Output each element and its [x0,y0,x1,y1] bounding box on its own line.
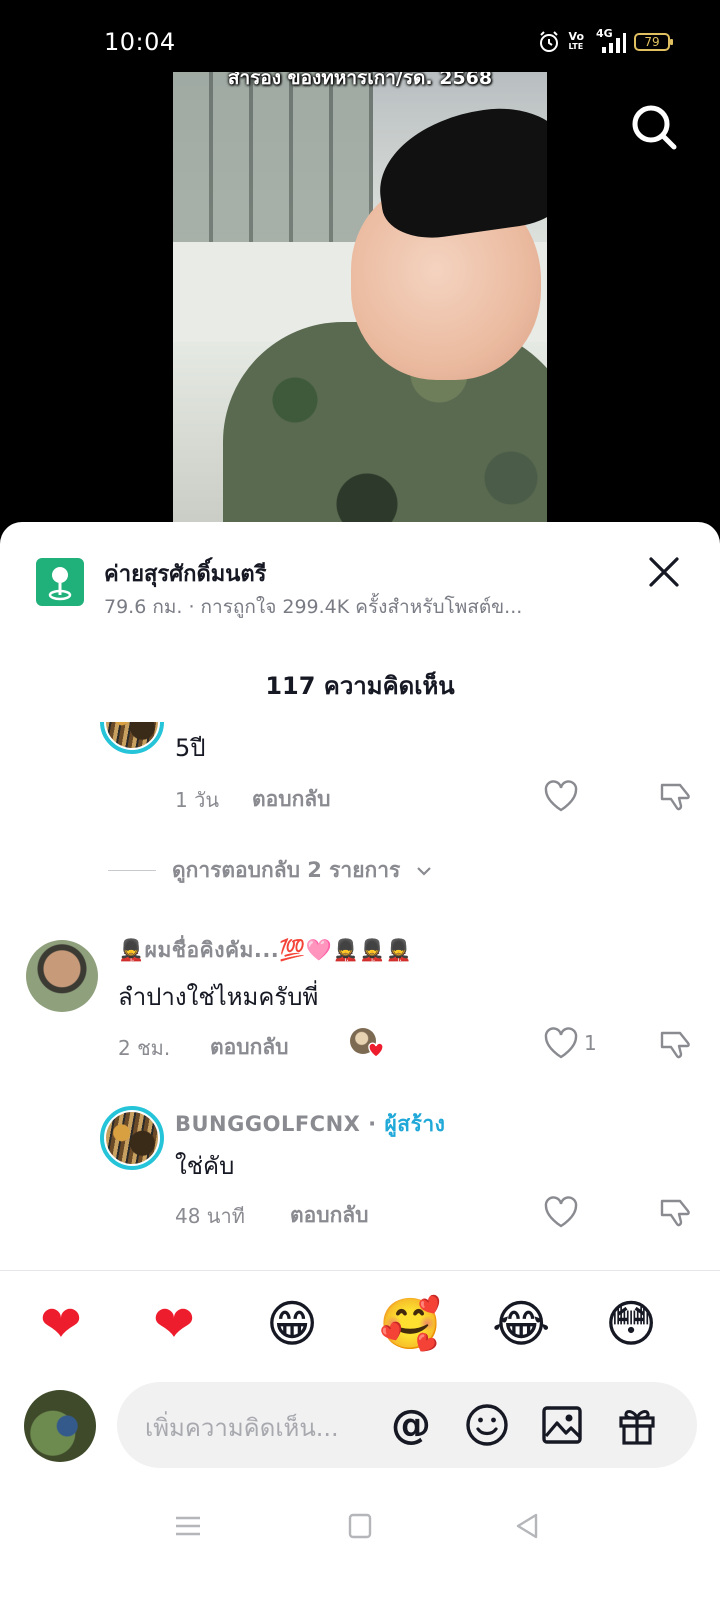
like-count: 1 [584,1031,597,1055]
location-name: ค่ายสุรศักดิ์มนตรี [104,562,267,587]
emoji-icon[interactable] [465,1403,509,1447]
reply-button[interactable]: ตอบกลับ [210,1031,289,1064]
avatar[interactable] [100,722,164,754]
emoji-flushed-button[interactable]: 😳 [605,1294,657,1354]
emoji-grin-button[interactable]: 😁 [266,1294,318,1354]
heart-icon[interactable] [543,779,579,813]
comment-text: 5ปี [175,734,206,762]
mention-icon[interactable]: @ [389,1403,433,1447]
location-meta: 79.6 กม. · การถูกใจ 299.4K ครั้งสำหรับโพ… [104,596,523,618]
heart-icon[interactable] [543,1195,579,1229]
dislike-icon[interactable] [658,777,694,813]
quick-emoji-bar: ❤ ❤ 😁 🥰 😂 😳 [0,1294,720,1364]
close-icon[interactable] [646,554,682,590]
system-nav-bar [0,1497,720,1557]
chevron-down-icon [417,866,432,876]
comment-text: ใช่คับ [175,1152,235,1180]
emoji-love-face-button[interactable]: 🥰 [379,1294,441,1354]
dislike-icon[interactable] [658,1193,694,1229]
comment-time: 1 วัน [175,788,219,812]
status-time: 10:04 [104,28,176,56]
dislike-icon[interactable] [658,1025,694,1061]
video-caption: สำรอง ของทหารเก่า/รด. 2568 [227,72,493,89]
comment-username[interactable]: BUNGGOLFCNX · ผู้สร้าง [175,1108,445,1141]
username-text: BUNGGOLFCNX [175,1112,361,1136]
location-banner[interactable]: ค่ายสุรศักดิ์มนตรี 79.6 กม. · การถูกใจ 2… [36,556,656,618]
menu-icon[interactable] [172,1511,204,1541]
comment-list[interactable]: 5ปี 1 วัน ตอบกลับ ดูการตอบกลับ 2 รายการ … [0,722,720,1270]
volte-bottom: LTE [568,42,584,51]
view-replies-label: ดูการตอบกลับ 2 รายการ [172,858,401,882]
volte-top: Vo [568,30,584,43]
reply-button[interactable]: ตอบกลับ [252,783,331,816]
emoji-heart-button[interactable]: ❤ [153,1294,195,1354]
view-replies-button[interactable]: ดูการตอบกลับ 2 รายการ [108,854,432,887]
status-icons: Vo LTE 4G 79 [537,27,673,54]
video-window-bg [173,72,373,242]
comment-username[interactable]: 💂ผมชื่อคิงคัม...💯🩷💂💂💂 [118,934,413,967]
gift-icon[interactable] [615,1403,659,1447]
divider-line [108,870,156,871]
search-icon[interactable] [627,100,683,156]
avatar[interactable] [100,1106,164,1170]
back-triangle-icon[interactable] [512,1511,544,1541]
video-beret [370,99,547,245]
home-square-icon[interactable] [344,1511,376,1541]
avatar[interactable] [26,940,98,1012]
signal-icon [602,33,626,53]
video-player[interactable]: สำรอง ของทหารเก่า/รด. 2568 [173,72,547,532]
comments-count-title: 117 ความคิดเห็น [265,672,455,700]
comments-sheet: ค่ายสุรศักดิ์มนตรี 79.6 กม. · การถูกใจ 2… [0,522,720,1600]
username-separator: · [360,1112,385,1136]
image-icon[interactable] [540,1403,584,1447]
heart-icon[interactable] [543,1026,579,1060]
reply-button[interactable]: ตอบกลับ [290,1199,369,1232]
emoji-heart-button[interactable]: ❤ [40,1294,82,1354]
avatar[interactable] [24,1390,96,1462]
comment-input-row: เพิ่มความคิดเห็น... @ [0,1382,720,1472]
comment-input[interactable]: เพิ่มความคิดเห็น... @ [117,1382,697,1468]
comment-time: 48 นาที [175,1204,245,1228]
alarm-icon [539,31,558,52]
emoji-joy-button[interactable]: 😂 [492,1294,550,1354]
signal-indicator: 4G [592,27,626,53]
battery-indicator: 79 [634,33,673,51]
location-pin-icon [36,558,84,606]
volte-indicator: Vo LTE [568,30,584,52]
creator-heart-icon [368,1042,384,1058]
divider [0,1270,720,1271]
comment-text: ลำปางใช่ไหมครับพี่ [118,983,319,1011]
comment-time: 2 ชม. [118,1036,171,1060]
comment-input-placeholder: เพิ่มความคิดเห็น... [145,1414,339,1442]
creator-badge: ผู้สร้าง [384,1112,446,1136]
